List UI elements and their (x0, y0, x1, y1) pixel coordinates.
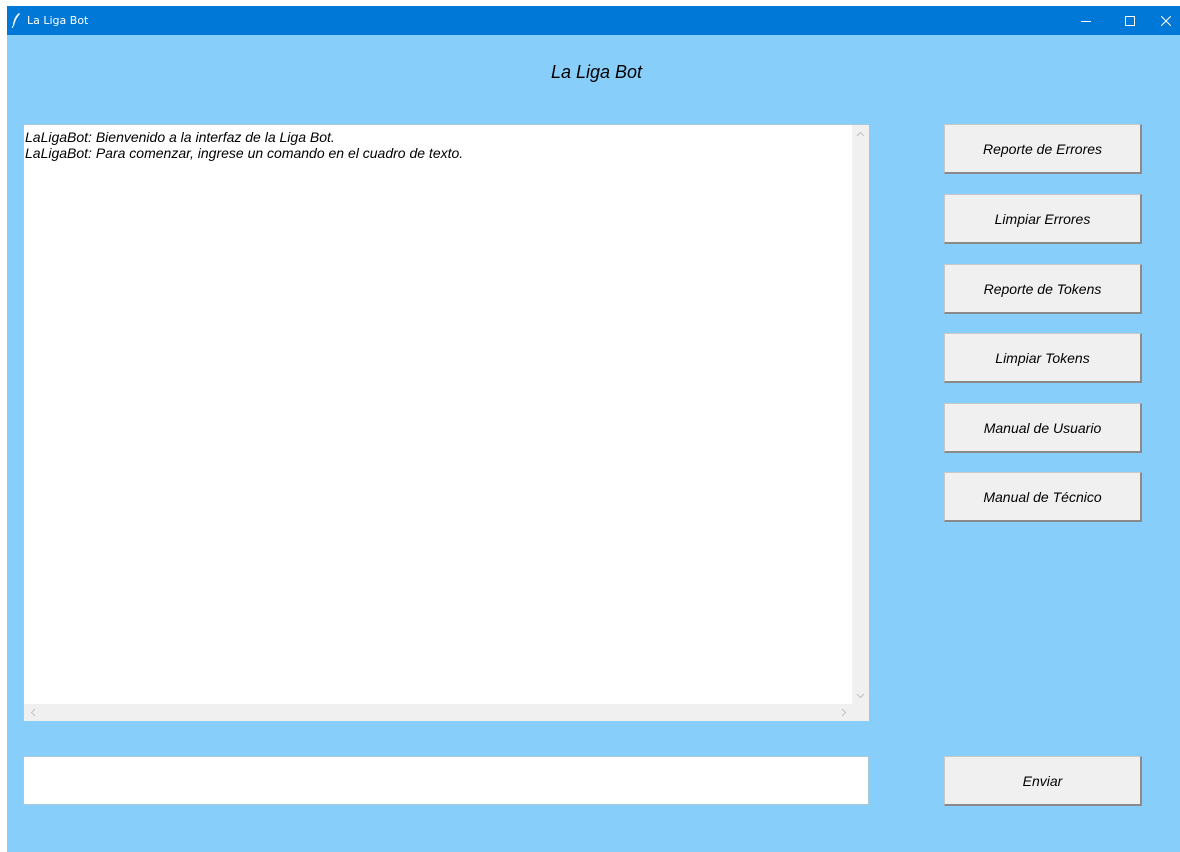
close-button[interactable] (1152, 6, 1180, 35)
chat-message: LaLigaBot: Para comenzar, ingrese un com… (25, 145, 464, 161)
maximize-icon (1125, 15, 1135, 26)
limpiar-tokens-button[interactable]: Limpiar Tokens (944, 333, 1142, 383)
minimize-button[interactable] (1064, 6, 1108, 35)
minimize-icon (1081, 16, 1091, 26)
limpiar-errores-button[interactable]: Limpiar Errores (944, 194, 1142, 244)
scroll-down-icon[interactable] (852, 687, 869, 704)
manual-usuario-button[interactable]: Manual de Usuario (944, 403, 1142, 453)
enviar-button[interactable]: Enviar (944, 756, 1142, 806)
chat-message: LaLigaBot: Bienvenido a la interfaz de l… (25, 129, 335, 145)
close-icon (1161, 15, 1171, 26)
window-title: La Liga Bot (27, 14, 89, 27)
vertical-scrollbar[interactable] (852, 125, 869, 704)
command-input[interactable] (23, 756, 869, 805)
chat-content[interactable]: LaLigaBot: Bienvenido a la interfaz de l… (24, 125, 852, 704)
reporte-errores-button[interactable]: Reporte de Errores (944, 124, 1142, 174)
app-window: La Liga Bot La Liga Bot LaLigaBot: Bienv… (7, 6, 1180, 852)
chat-log[interactable]: LaLigaBot: Bienvenido a la interfaz de l… (23, 124, 869, 721)
scroll-left-icon[interactable] (24, 704, 41, 721)
horizontal-scrollbar[interactable] (24, 704, 852, 721)
title-bar[interactable]: La Liga Bot (7, 6, 1180, 35)
scrollbar-corner (852, 704, 869, 721)
page-title: La Liga Bot (550, 62, 643, 82)
scroll-up-icon[interactable] (852, 125, 869, 142)
reporte-tokens-button[interactable]: Reporte de Tokens (944, 264, 1142, 314)
manual-tecnico-button[interactable]: Manual de Técnico (944, 472, 1142, 522)
scroll-right-icon[interactable] (835, 704, 852, 721)
feather-icon (10, 12, 22, 29)
maximize-button[interactable] (1108, 6, 1152, 35)
